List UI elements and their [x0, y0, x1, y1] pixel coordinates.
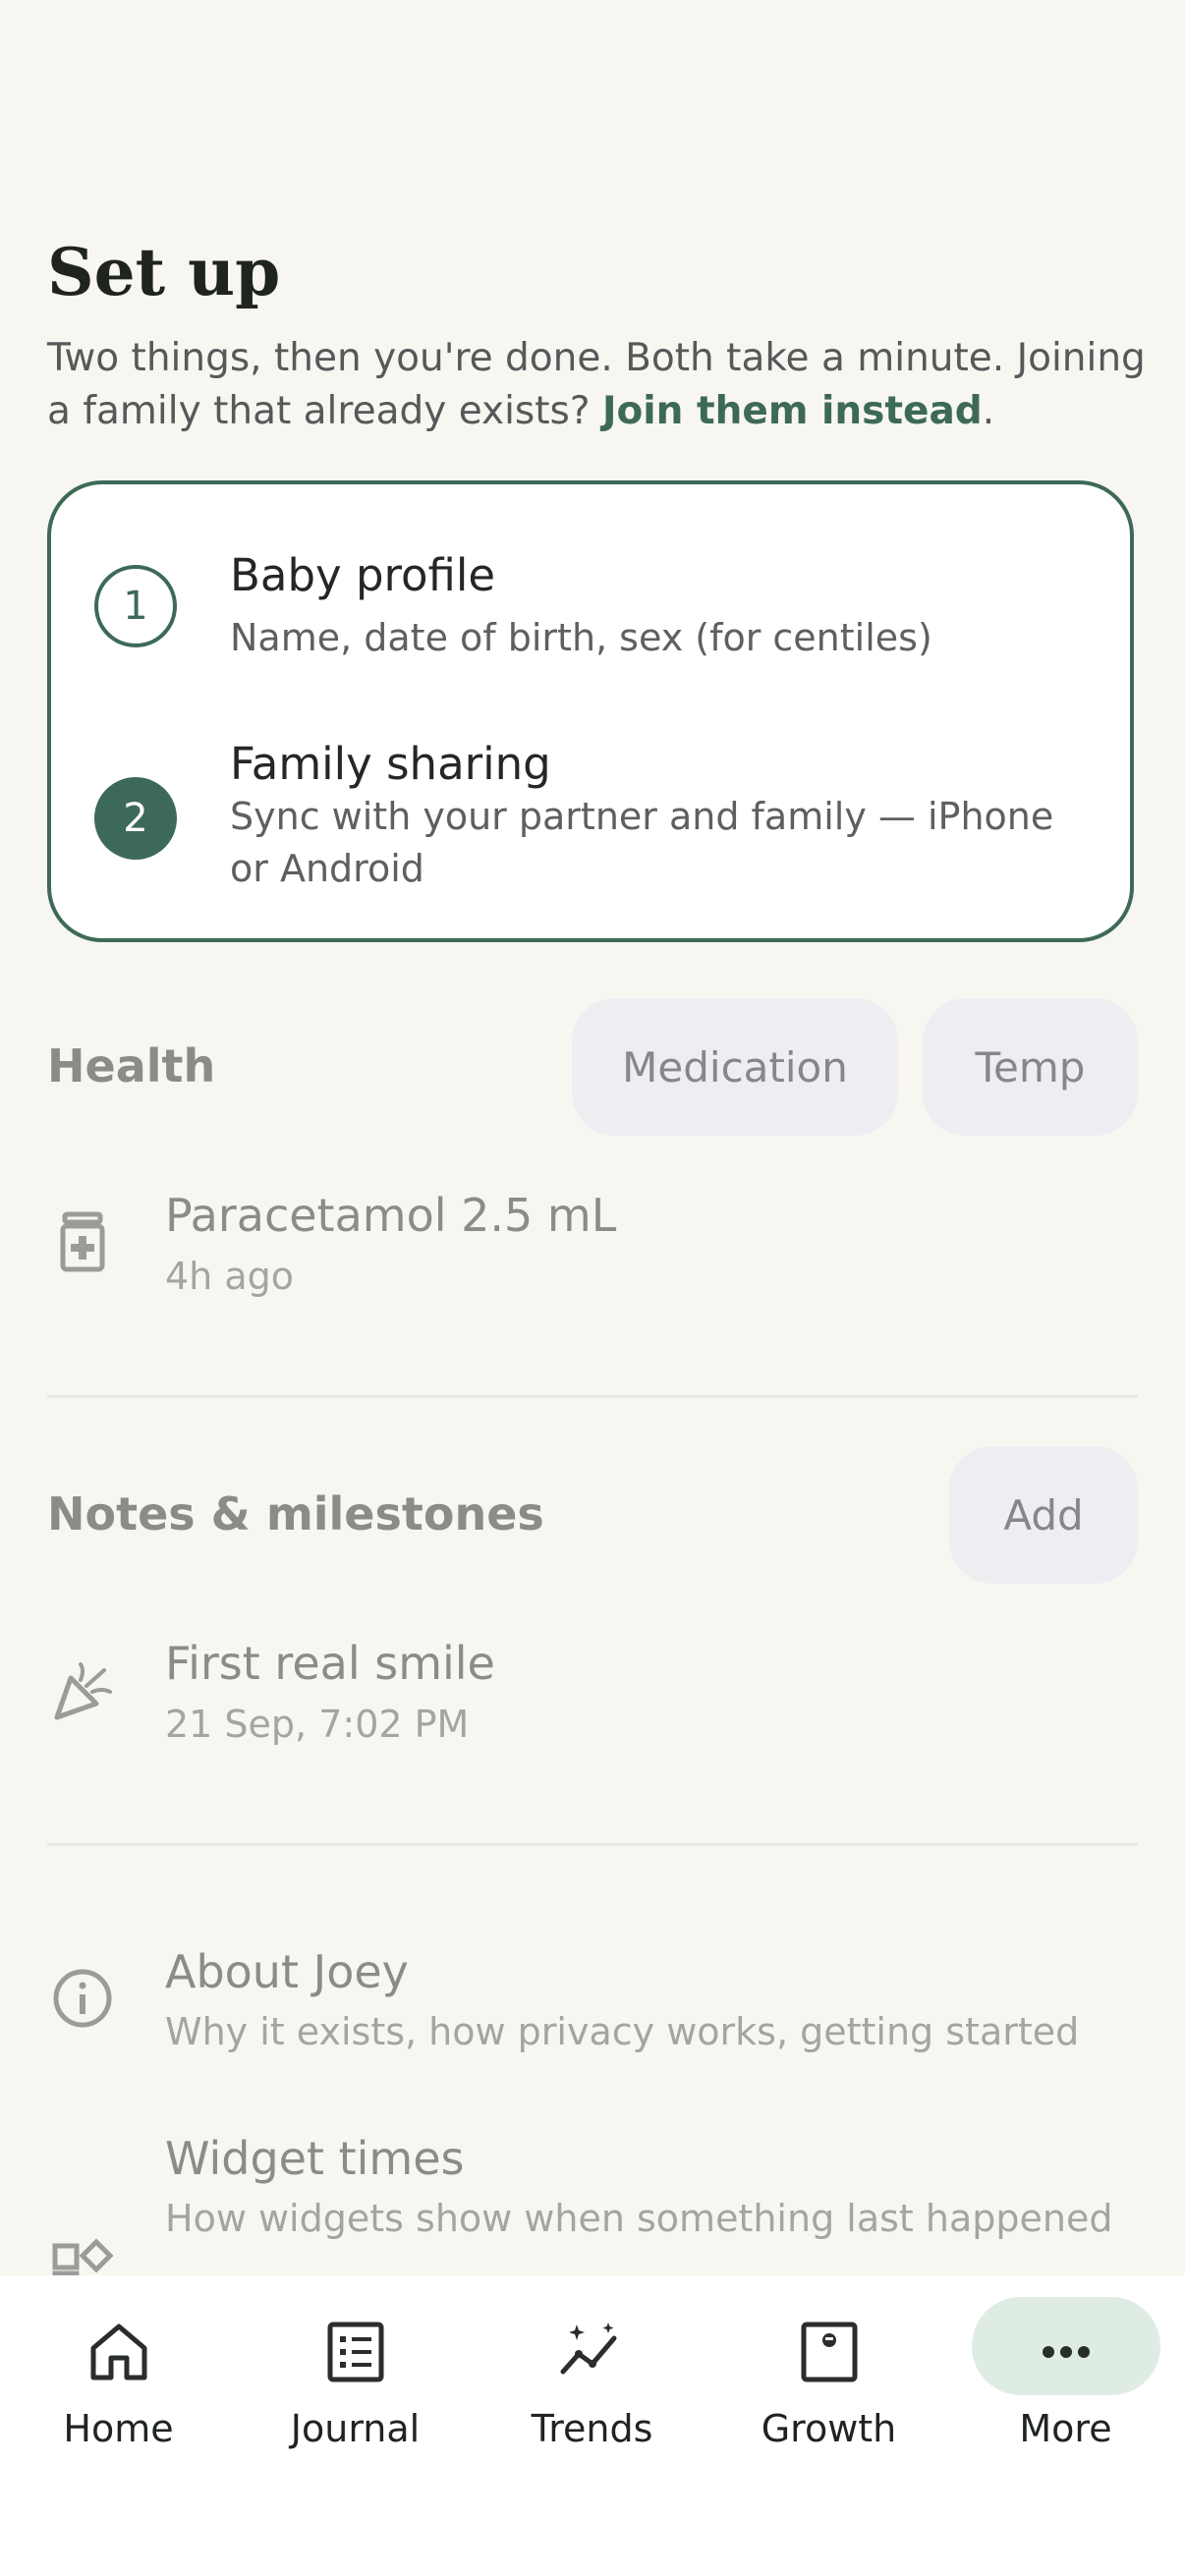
medication-button[interactable]: Medication [572, 998, 898, 1136]
tab-label: Home [63, 2407, 174, 2450]
tab-trends[interactable]: Trends [474, 2275, 710, 2576]
bottom-tab-bar: Home Journal Trends Growth More [0, 2275, 1185, 2576]
add-note-button[interactable]: Add [949, 1446, 1138, 1584]
tab-journal[interactable]: Journal [237, 2275, 474, 2576]
widget-times-title: Widget times [165, 2132, 465, 2185]
tab-growth[interactable]: Growth [710, 2275, 947, 2576]
health-section-title: Health [47, 1039, 216, 1092]
home-icon [90, 2324, 146, 2380]
step-number-1: 1 [94, 565, 177, 647]
step-family-sharing[interactable]: 2 Family sharing Sync with your partner … [51, 671, 1130, 936]
notes-entry-time: 21 Sep, 7:02 PM [165, 1703, 470, 1746]
tab-label: Trends [531, 2407, 653, 2450]
tab-more[interactable]: More [947, 2275, 1184, 2576]
notes-entry-title: First real smile [165, 1637, 495, 1690]
health-entry-title: Paracetamol 2.5 mL [165, 1189, 617, 1242]
step-description: Name, date of birth, sex (for centiles) [230, 616, 932, 659]
about-joey-title: About Joey [165, 1945, 409, 1998]
about-joey-desc: Why it exists, how privacy works, gettin… [165, 2010, 1080, 2053]
tab-label: Journal [290, 2407, 421, 2450]
more-icon [1042, 2346, 1090, 2358]
join-family-link[interactable]: Join them instead [602, 389, 983, 433]
step-description: Sync with your partner and family — iPho… [230, 795, 1054, 890]
medicine-bottle-icon [60, 1211, 105, 1272]
step-baby-profile[interactable]: 1 Baby profile Name, date of birth, sex … [51, 484, 1130, 671]
setup-subtitle: Two things, then you're done. Both take … [47, 336, 1146, 433]
step-title: Family sharing [230, 738, 551, 790]
notes-section-title: Notes & milestones [47, 1487, 544, 1540]
widget-times-desc: How widgets show when something last hap… [165, 2197, 1113, 2240]
tab-home[interactable]: Home [0, 2275, 237, 2576]
tab-label: Growth [761, 2407, 897, 2450]
section-divider [47, 1395, 1138, 1398]
setup-checklist-card: 1 Baby profile Name, date of birth, sex … [47, 480, 1134, 942]
growth-icon [801, 2322, 857, 2382]
trends-icon [560, 2323, 616, 2375]
step-number-2: 2 [94, 777, 177, 860]
temp-button[interactable]: Temp [923, 998, 1138, 1136]
section-divider [47, 1843, 1138, 1846]
party-popper-icon [54, 1662, 112, 1720]
step-title: Baby profile [230, 549, 496, 601]
journal-icon [327, 2322, 383, 2382]
tab-label: More [1019, 2407, 1112, 2450]
info-icon [53, 1969, 112, 2028]
page-title: Set up [47, 234, 281, 310]
health-entry-time: 4h ago [165, 1255, 294, 1298]
